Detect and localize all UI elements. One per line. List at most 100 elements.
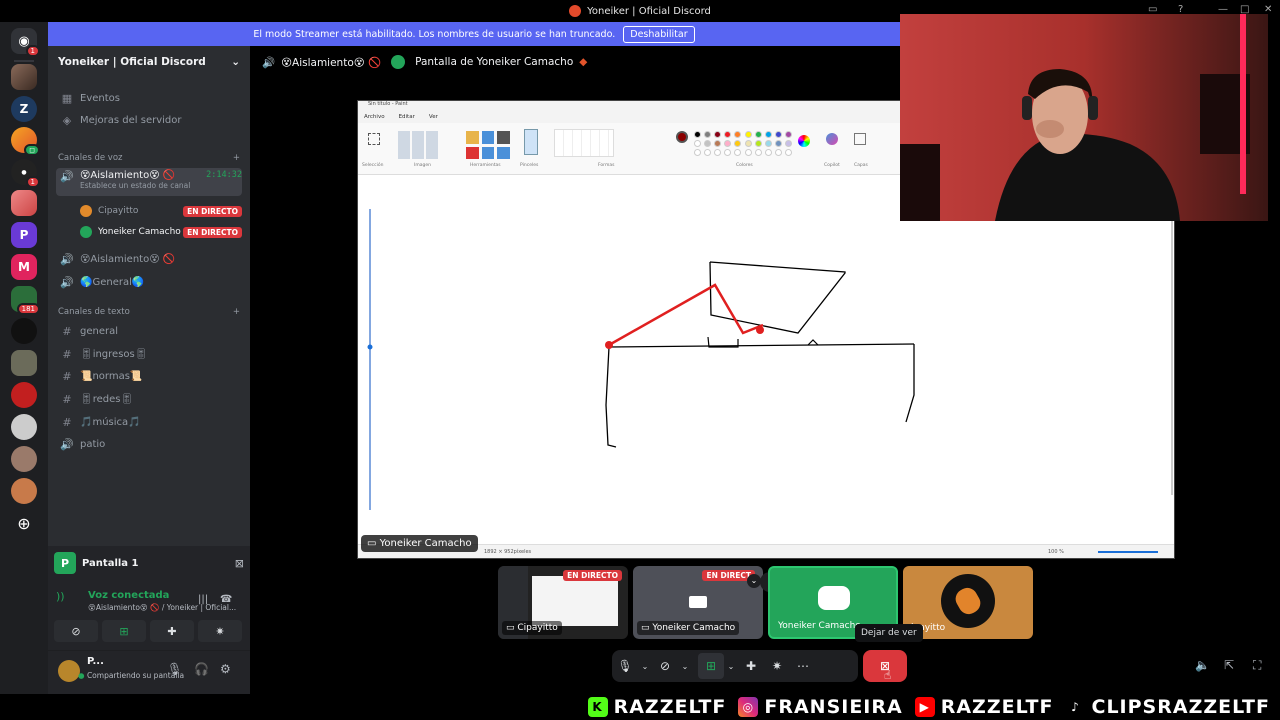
color-swatch[interactable] bbox=[704, 131, 712, 138]
server-icon[interactable] bbox=[11, 64, 37, 90]
eraser-icon[interactable] bbox=[466, 146, 479, 159]
activities-icon[interactable]: ✚ bbox=[738, 653, 764, 679]
color-swatch[interactable] bbox=[694, 149, 701, 156]
stop-stream-icon[interactable]: ⊠ bbox=[235, 557, 244, 570]
channel-status-prompt[interactable]: Establece un estado de canal bbox=[80, 181, 190, 190]
color-swatch[interactable] bbox=[754, 131, 762, 138]
pop-out-icon[interactable]: ⇱ bbox=[1224, 658, 1234, 672]
voice-channel[interactable]: 🔊 patio bbox=[56, 434, 242, 454]
share-screen-icon[interactable]: ⊞ bbox=[698, 653, 724, 679]
voice-channel[interactable]: 🔊 😵Aislamiento😵 🚫 bbox=[56, 249, 242, 269]
voice-member[interactable]: Yoneiker Camacho EN DIRECTO bbox=[76, 222, 242, 242]
selection-icon[interactable] bbox=[368, 133, 380, 145]
server-icon[interactable] bbox=[11, 318, 37, 344]
crop-icon[interactable] bbox=[398, 131, 410, 159]
color-swatch[interactable] bbox=[784, 131, 792, 138]
color-swatch[interactable] bbox=[704, 140, 712, 147]
activities-button[interactable]: ✚ bbox=[150, 620, 194, 642]
camera-off-button[interactable]: ⊘ bbox=[54, 620, 98, 642]
voice-status[interactable]: Voz conectada bbox=[88, 590, 169, 601]
fullscreen-icon[interactable]: ⛶ bbox=[1253, 658, 1261, 673]
fill-icon[interactable] bbox=[481, 131, 495, 144]
pencil-icon[interactable] bbox=[466, 131, 479, 144]
server-m-icon[interactable]: M bbox=[11, 254, 37, 280]
text-tool-icon[interactable] bbox=[497, 131, 510, 144]
mic-icon[interactable]: 🎙 bbox=[167, 662, 182, 676]
chevron-down-icon[interactable]: ⌄ bbox=[638, 653, 652, 679]
chevron-down-icon[interactable]: ⌄ bbox=[678, 653, 692, 679]
server-icon[interactable]: 181 bbox=[11, 286, 40, 315]
text-channel[interactable]: # 🎚redes🎚 bbox=[56, 389, 242, 409]
active-color[interactable] bbox=[676, 131, 688, 143]
paint-menu-item[interactable]: Editar bbox=[399, 114, 415, 120]
color-swatch[interactable] bbox=[754, 140, 762, 147]
disable-streamer-button[interactable]: Deshabilitar bbox=[623, 25, 695, 43]
more-options-icon[interactable]: ⋯ bbox=[790, 653, 816, 679]
color-swatch[interactable] bbox=[764, 131, 772, 138]
noise-suppression-icon[interactable]: ||| bbox=[198, 594, 208, 605]
server-header[interactable]: Yoneiker | Oficial Discord ⌄ bbox=[48, 46, 250, 78]
color-swatch[interactable] bbox=[764, 140, 772, 147]
add-server-icon[interactable]: ⊕ bbox=[11, 510, 37, 536]
soundboard-icon[interactable]: ✷ bbox=[764, 653, 790, 679]
participant-tile[interactable]: EN DIRECTO ▭ Cipayitto bbox=[498, 566, 628, 639]
picker-icon[interactable] bbox=[481, 146, 495, 159]
color-swatch[interactable] bbox=[704, 149, 712, 156]
brush-icon[interactable] bbox=[524, 129, 538, 155]
add-channel-icon[interactable]: + bbox=[233, 307, 240, 317]
zoom-slider-knob[interactable] bbox=[367, 344, 373, 350]
color-swatch[interactable] bbox=[734, 149, 742, 156]
paint-canvas[interactable] bbox=[358, 175, 1174, 545]
server-icon[interactable] bbox=[11, 382, 37, 408]
voice-channel[interactable]: 🔊 🌎General🌎 bbox=[56, 272, 242, 292]
color-swatch[interactable] bbox=[744, 131, 752, 138]
color-swatch[interactable] bbox=[714, 131, 722, 138]
avatar[interactable] bbox=[58, 660, 80, 682]
chevron-down-icon[interactable]: ⌄ bbox=[747, 574, 761, 588]
color-swatch[interactable] bbox=[694, 131, 701, 138]
text-channel[interactable]: # general bbox=[56, 321, 242, 341]
zoom-bar[interactable] bbox=[1098, 551, 1158, 553]
server-icon[interactable] bbox=[11, 190, 37, 216]
server-icon[interactable] bbox=[11, 478, 37, 504]
color-swatch[interactable] bbox=[784, 149, 792, 156]
layers-icon[interactable] bbox=[854, 133, 866, 145]
magnifier-icon[interactable] bbox=[497, 146, 510, 159]
paint-menu-item[interactable]: Ver bbox=[429, 114, 438, 120]
server-p-icon[interactable]: P bbox=[11, 222, 37, 248]
server-z-icon[interactable]: Z bbox=[11, 96, 37, 122]
add-channel-icon[interactable]: + bbox=[233, 153, 240, 163]
text-channel[interactable]: # 📜normas📜 bbox=[56, 366, 242, 386]
color-swatch[interactable] bbox=[734, 140, 742, 147]
settings-gear-icon[interactable]: ⚙ bbox=[220, 662, 231, 676]
color-swatch[interactable] bbox=[744, 149, 752, 156]
header-channel-name[interactable]: 😵Aislamiento😵 🚫 bbox=[281, 56, 381, 69]
voice-member[interactable]: Cipayitto EN DIRECTO bbox=[76, 201, 242, 221]
soundboard-button[interactable]: ✷ bbox=[198, 620, 242, 642]
color-swatch[interactable] bbox=[774, 149, 782, 156]
participant-tile[interactable]: EN DIRECT ⌄ ▭ Yoneiker Camacho bbox=[633, 566, 763, 639]
direct-messages-icon[interactable]: ◉ 1 bbox=[11, 28, 40, 57]
color-swatch[interactable] bbox=[694, 140, 701, 147]
color-swatch[interactable] bbox=[774, 140, 782, 147]
server-icon[interactable] bbox=[11, 350, 37, 376]
voice-channel-active[interactable]: 🔊 😵Aislamiento😵 🚫 Establece un estado de… bbox=[56, 168, 242, 196]
color-swatch[interactable] bbox=[714, 149, 722, 156]
camera-off-icon[interactable]: ⊘ bbox=[652, 653, 678, 679]
copilot-icon[interactable] bbox=[826, 133, 838, 145]
color-swatch[interactable] bbox=[724, 131, 732, 138]
color-swatch[interactable] bbox=[724, 140, 732, 147]
color-swatch[interactable] bbox=[784, 140, 792, 147]
color-swatch[interactable] bbox=[764, 149, 772, 156]
resize-icon[interactable] bbox=[412, 131, 424, 159]
rotate-icon[interactable] bbox=[426, 131, 438, 159]
server-icon[interactable]: ● 1 bbox=[11, 159, 40, 188]
paint-menu-item[interactable]: Archivo bbox=[364, 114, 385, 120]
disconnect-icon[interactable]: ☎ bbox=[220, 594, 232, 605]
voice-location[interactable]: 😵Aislamiento😵 🚫 / Yoneiker | Oficial... bbox=[88, 603, 236, 612]
text-channel[interactable]: # 🎚ingresos🎚 bbox=[56, 344, 242, 364]
server-icon[interactable] bbox=[11, 414, 37, 440]
color-swatch[interactable] bbox=[754, 149, 762, 156]
mic-icon[interactable]: 🎙 bbox=[612, 653, 638, 679]
headphones-icon[interactable]: 🎧 bbox=[194, 662, 209, 676]
